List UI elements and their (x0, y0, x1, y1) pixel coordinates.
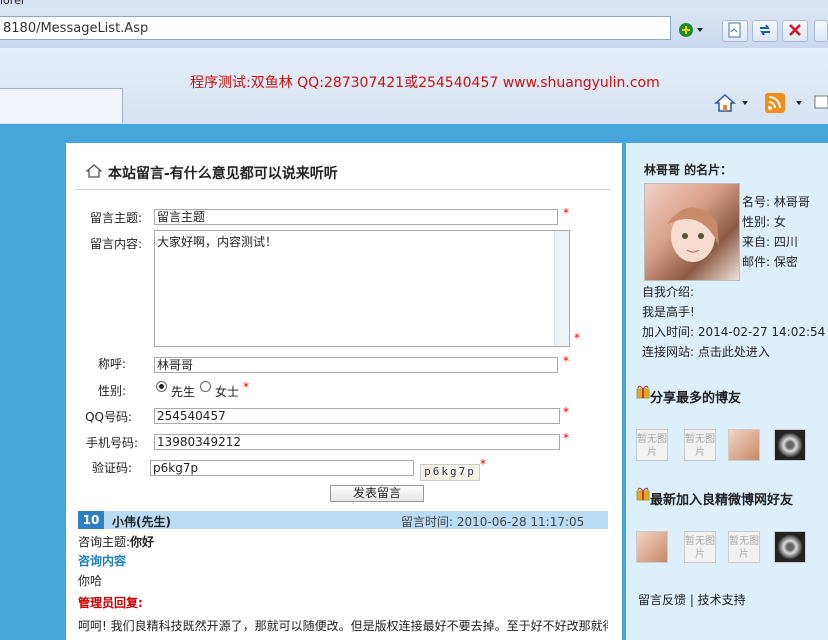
card-from: 来自: 四川 (742, 235, 798, 249)
notice-text: 程序测试:双鱼林 QQ:287307421或254540457 www.shua… (190, 75, 660, 91)
window-title: lorer (0, 0, 26, 7)
friend-avatar[interactable]: 暂无图片 (684, 531, 716, 563)
submit-button[interactable]: 发表留言 (330, 485, 424, 502)
intro-value: 我是高手! (642, 305, 695, 319)
site-identity-icon[interactable] (676, 20, 708, 42)
message-subject-row: 咨询主题:你好 (78, 533, 154, 550)
required-mark: * (563, 405, 569, 419)
captcha-image[interactable]: p6kg7p (420, 464, 480, 481)
compat-icon[interactable] (722, 20, 748, 42)
required-mark: * (563, 206, 569, 220)
address-toolbar: 8180/MessageList.Asp (0, 8, 828, 48)
gender-male-label: 先生 (171, 385, 196, 399)
new-section-title: 最新加入良精微博网好友 (650, 493, 794, 508)
gender-female-label: 女士 (215, 385, 240, 399)
home-icon[interactable] (714, 92, 748, 114)
card-gender: 性别: 女 (742, 215, 786, 229)
captcha-label: 验证码: (91, 461, 132, 475)
message-time: 留言时间: 2010-06-28 11:17:05 (401, 515, 585, 529)
qq-label: QQ号码: (85, 410, 132, 424)
phone-label: 手机号码: (85, 436, 138, 450)
stop-icon[interactable] (782, 20, 808, 42)
window-title-bar: lorer (0, 0, 828, 8)
required-mark: * (480, 457, 486, 471)
joined-time: 加入时间: 2014-02-27 14:02:54 (642, 325, 826, 339)
message-subject-value: 你好 (130, 535, 155, 549)
site-link[interactable]: 连接网站: 点击此处进入 (642, 343, 770, 360)
address-input[interactable]: 8180/MessageList.Asp (0, 16, 671, 40)
gift-icon (636, 485, 650, 504)
message-number: 10 (78, 511, 104, 529)
address-url: 8180/MessageList.Asp (3, 21, 149, 36)
subject-input[interactable]: 留言主题 (154, 209, 558, 225)
home-icon (85, 163, 103, 182)
required-mark: * (563, 431, 569, 445)
friend-avatar[interactable] (774, 531, 806, 563)
message-content-heading: 咨询内容 (78, 554, 127, 568)
captcha-input[interactable]: p6kg7p (150, 460, 414, 476)
profile-photo (644, 183, 740, 281)
gender-male-radio[interactable] (156, 381, 167, 392)
gender-female-radio[interactable] (200, 381, 211, 392)
required-mark: * (574, 331, 580, 345)
content-text: 大家好啊，内容测试！ (157, 235, 278, 249)
card-name: 名号: 林哥哥 (742, 195, 810, 209)
search-box-stub[interactable] (814, 20, 828, 42)
required-mark: * (243, 380, 249, 394)
name-input[interactable]: 林哥哥 (154, 357, 558, 373)
footer-links[interactable]: 留言反馈 | 技术支持 (638, 591, 746, 608)
content-label: 留言内容: (89, 237, 142, 251)
sidebar: 林哥哥 的名片： 名号: 林哥哥 性别: 女 来自: 四川 邮件: 保密 自我介… (626, 143, 828, 640)
message-form-panel: 本站留言-有什么意见都可以说来听听 留言主题: 留言主题 * 留言内容: 大家好… (66, 143, 622, 640)
page-title: 本站留言-有什么意见都可以说来听听 (108, 166, 338, 182)
admin-reply-heading: 管理员回复: (78, 596, 143, 610)
friend-avatar[interactable]: 暂无图片 (636, 429, 668, 461)
textarea-scrollbar[interactable] (554, 231, 569, 346)
gender-label: 性别: (97, 384, 126, 398)
friend-avatar[interactable] (774, 429, 806, 461)
card-email: 邮件: 保密 (742, 255, 798, 269)
notice-bar: 程序测试:双鱼林 QQ:287307421或254540457 www.shua… (0, 48, 828, 124)
required-mark: * (563, 354, 569, 368)
browser-tab[interactable] (0, 88, 123, 123)
friend-avatar[interactable]: 暂无图片 (684, 429, 716, 461)
subject-label: 留言主题: (89, 211, 142, 225)
name-label: 称呼: (97, 357, 126, 371)
content-textarea[interactable]: 大家好啊，内容测试！ (154, 230, 570, 347)
mail-icon[interactable] (814, 92, 828, 114)
card-title: 林哥哥 的名片： (644, 163, 733, 177)
rss-icon[interactable] (764, 92, 804, 114)
intro-label: 自我介绍: (642, 285, 695, 299)
friend-avatar[interactable] (728, 429, 760, 461)
message-subject-label: 咨询主题: (78, 535, 131, 549)
gift-icon (636, 383, 650, 402)
qq-input[interactable]: 254540457 (154, 408, 560, 424)
admin-reply-text: 呵呵! 我们良精科技既然开源了，那就可以随便改。但是版权连接最好不要去掉。至于好… (78, 619, 608, 633)
message-author: 小伟(先生) (112, 515, 171, 529)
divider (76, 189, 610, 190)
phone-input[interactable]: 13980349212 (154, 434, 560, 450)
message-header: 10 小伟(先生) 留言时间: 2010-06-28 11:17:05 (78, 511, 608, 529)
share-section-title: 分享最多的博友 (650, 391, 742, 406)
message-content: 你哈 (78, 574, 103, 588)
friend-avatar[interactable]: 暂无图片 (728, 531, 760, 563)
friend-avatar[interactable] (636, 531, 668, 563)
refresh-icon[interactable] (752, 20, 778, 42)
